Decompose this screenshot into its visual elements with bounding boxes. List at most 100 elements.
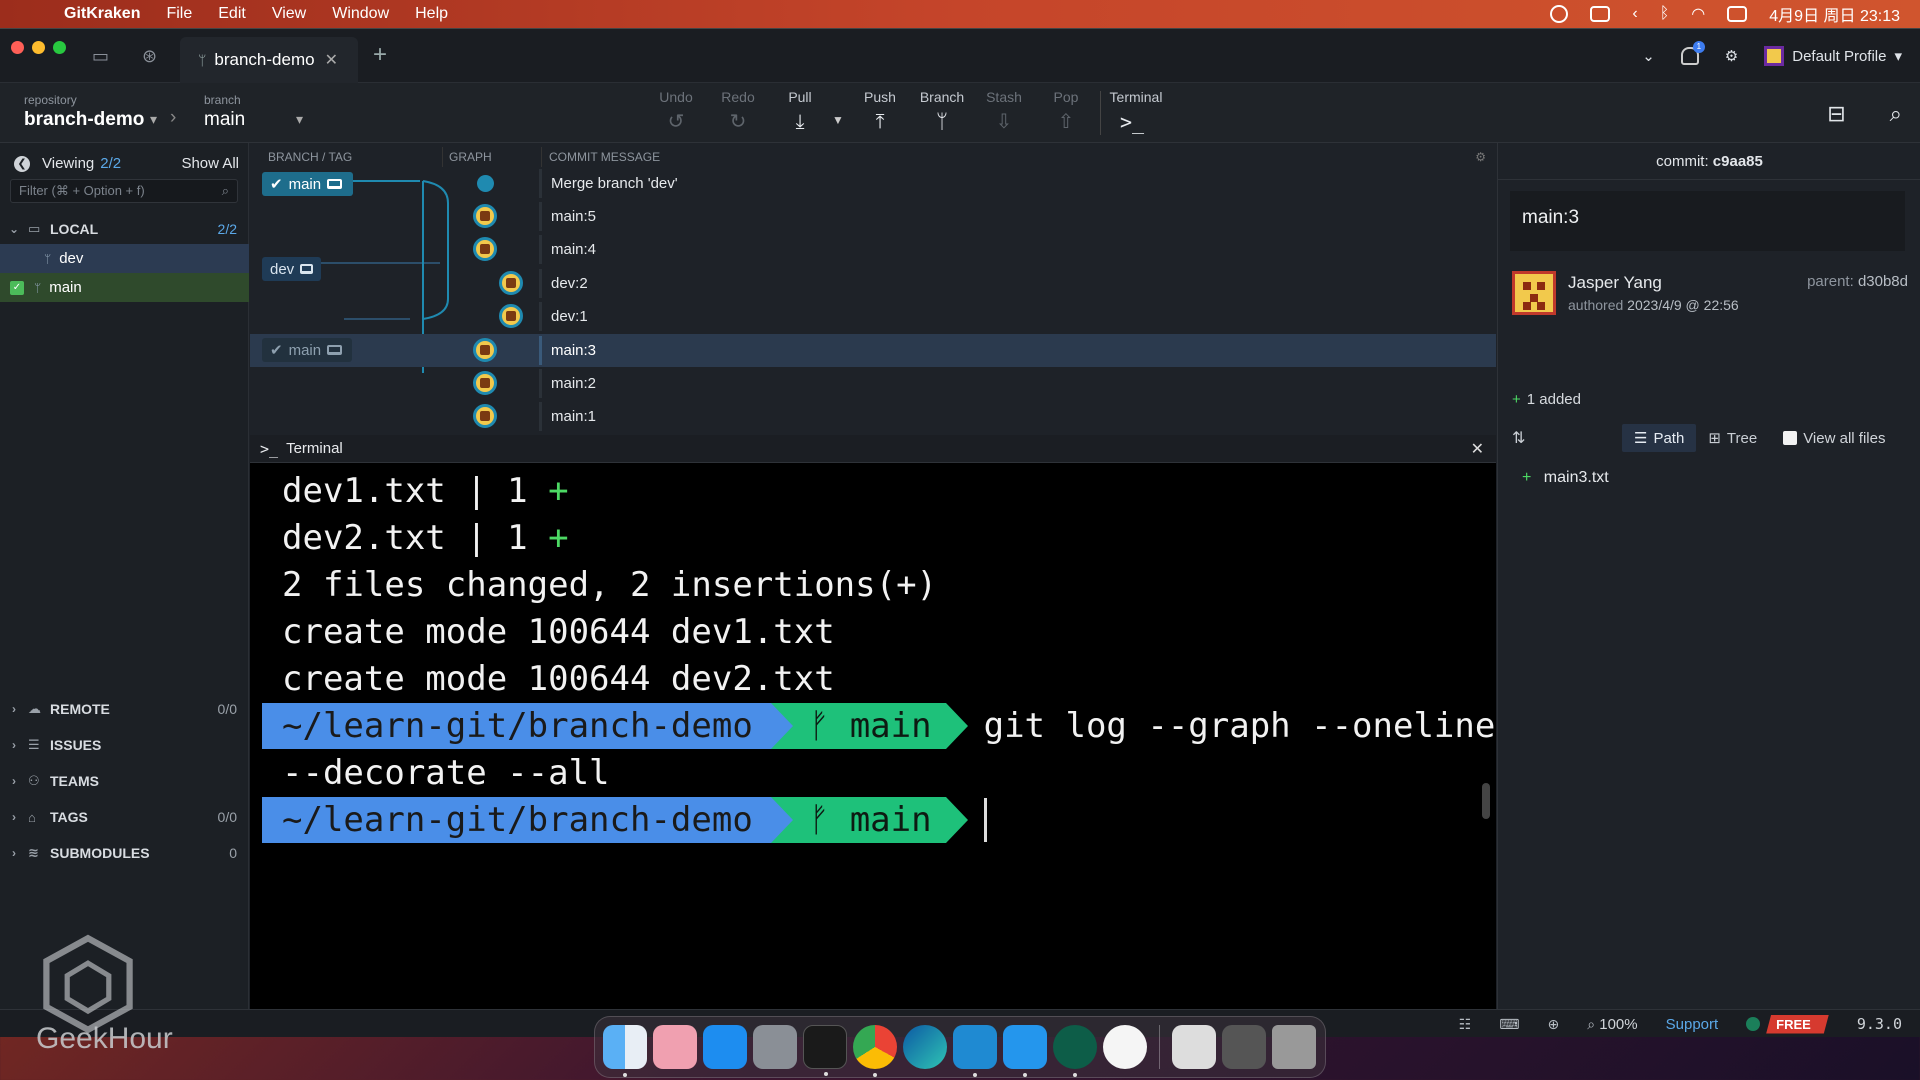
terminal-prompt-active[interactable]: ~/learn-git/branch-demo ᚠ main (262, 797, 987, 843)
terminal-panel[interactable]: >_ Terminal ✕ dev1.txt | 1 + dev2.txt | … (250, 435, 1496, 1009)
menu-view[interactable]: View (272, 5, 306, 23)
downloads-stack-icon[interactable] (1172, 1025, 1216, 1069)
plan-badge[interactable]: FREE (1746, 1014, 1829, 1034)
recent-stack-icon[interactable] (1222, 1025, 1266, 1069)
menu-window[interactable]: Window (332, 5, 389, 23)
chevron-down-icon[interactable]: ⌄ (1642, 47, 1655, 65)
launchpad-icon[interactable] (653, 1025, 697, 1069)
pop-button[interactable]: Pop ⇧ (1036, 89, 1096, 133)
commit-row[interactable]: ✔ main Merge branch 'dev' (250, 167, 1496, 200)
sidebar-branch-dev[interactable]: ᛘ dev (0, 244, 249, 273)
sidebar-section-tags[interactable]: › ⌂ TAGS 0/0 (0, 802, 249, 832)
terminal-output[interactable]: dev1.txt | 1 + dev2.txt | 1 + 2 files ch… (250, 463, 1496, 1009)
sidebar-section-teams[interactable]: › ⚇ TEAMS (0, 766, 249, 796)
notifications-bell-icon[interactable]: 1 (1680, 41, 1705, 65)
branch-label-main-previous[interactable]: ✔ main (262, 338, 352, 362)
zoom-window-button[interactable] (53, 41, 66, 54)
redo-button[interactable]: Redo ↻ (708, 89, 768, 133)
app-circle-icon[interactable] (1103, 1025, 1147, 1069)
commit-row[interactable]: main:1 (250, 400, 1496, 433)
layout-toggle-icon[interactable]: ⊟ (1827, 101, 1845, 127)
path-view-button[interactable]: ☰ Path (1622, 424, 1697, 452)
view-all-files-toggle[interactable]: View all files (1783, 430, 1885, 447)
commit-avatar-node[interactable] (473, 338, 497, 362)
chrome-icon[interactable] (853, 1025, 897, 1077)
chevron-left-icon[interactable]: ‹ (1632, 5, 1637, 23)
merge-node[interactable] (477, 175, 494, 192)
sidebar-section-remote[interactable]: › ☁ REMOTE 0/0 (0, 694, 249, 724)
sidebar-section-local[interactable]: ⌄ ▭ LOCAL 2/2 (0, 214, 249, 244)
commit-avatar-node[interactable] (473, 237, 497, 261)
menu-help[interactable]: Help (415, 5, 448, 23)
app-store-icon[interactable] (703, 1025, 747, 1069)
tree-view-button[interactable]: ⊞ Tree (1696, 424, 1769, 452)
close-terminal-icon[interactable]: ✕ (1471, 439, 1484, 459)
tab-branch-demo[interactable]: ᛘ branch-demo ✕ (180, 37, 358, 83)
edge-icon[interactable] (903, 1025, 947, 1069)
menu-file[interactable]: File (166, 5, 192, 23)
branch-label-dev[interactable]: dev (262, 257, 321, 281)
support-link[interactable]: Support (1666, 1016, 1719, 1033)
search-icon[interactable]: ⌕ (1890, 101, 1902, 127)
branch-caret-icon[interactable]: ▾ (296, 111, 303, 128)
keyboard-icon[interactable]: ⌨ (1499, 1016, 1519, 1033)
profile-selector[interactable]: Default Profile ▾ (1764, 46, 1902, 66)
system-settings-icon[interactable] (753, 1025, 797, 1069)
commit-row[interactable]: main:5 (250, 200, 1496, 233)
back-arrow-icon[interactable]: ❮ (14, 155, 30, 172)
finder-icon[interactable] (603, 1025, 647, 1077)
parent-hash[interactable]: d30b8d (1858, 273, 1908, 290)
folder-icon[interactable]: ▭ (92, 46, 109, 67)
branch-label-main[interactable]: ✔ main (262, 172, 353, 196)
commit-avatar-node[interactable] (473, 404, 497, 428)
checked-checkbox-icon[interactable]: ✓ (10, 280, 24, 295)
show-all-button[interactable]: Show All (181, 155, 239, 172)
new-tab-button[interactable]: + (373, 41, 387, 69)
pull-options-caret-icon[interactable]: ▼ (832, 113, 844, 127)
control-center-icon[interactable] (1727, 6, 1748, 22)
close-window-button[interactable] (11, 41, 24, 54)
terminal-scrollbar[interactable] (1482, 783, 1490, 819)
view-all-files-checkbox[interactable] (1783, 431, 1798, 445)
terminal-button[interactable]: Terminal >_ (1106, 89, 1166, 133)
commit-hash[interactable]: c9aa85 (1713, 153, 1763, 170)
stash-button[interactable]: Stash ⇩ (974, 89, 1034, 133)
screen-record-icon[interactable] (1550, 5, 1569, 23)
commit-row[interactable]: main:2 (250, 367, 1496, 400)
battery-icon[interactable] (1590, 6, 1611, 22)
repository-caret-icon[interactable]: ▾ (150, 111, 157, 128)
filter-input[interactable]: Filter (⌘ + Option + f) ⌕ (10, 179, 238, 203)
settings-gear-icon[interactable]: ⚙ (1725, 47, 1738, 65)
branch-selector[interactable]: main (204, 109, 245, 131)
sort-icon[interactable]: ⇅ (1512, 428, 1622, 448)
wifi-icon[interactable]: ◠ (1691, 4, 1705, 24)
globe-icon[interactable]: ⊕ (1548, 1016, 1560, 1033)
undo-button[interactable]: Undo ↺ (646, 89, 706, 133)
commit-row[interactable]: main:4 (250, 233, 1496, 266)
sidebar-section-submodules[interactable]: › ≋ SUBMODULES 0 (0, 838, 249, 868)
commit-avatar-node[interactable] (473, 204, 497, 228)
repo-graph-icon[interactable]: ⊛ (142, 46, 157, 67)
terminal-app-icon[interactable] (803, 1025, 847, 1076)
docker-icon[interactable] (1003, 1025, 1047, 1077)
close-tab-icon[interactable]: ✕ (325, 50, 338, 70)
minimize-window-button[interactable] (32, 41, 45, 54)
list-view-icon[interactable]: ☷ (1459, 1016, 1472, 1033)
commit-avatar-node[interactable] (499, 304, 523, 328)
bluetooth-icon[interactable]: ᛒ (1660, 5, 1670, 23)
commit-row[interactable]: dev dev:2 (250, 257, 1496, 300)
sidebar-branch-main[interactable]: ✓ ᛘ main (0, 273, 249, 302)
menu-edit[interactable]: Edit (218, 5, 246, 23)
commit-avatar-node[interactable] (499, 271, 523, 295)
commit-row-selected[interactable]: ✔ main main:3 (250, 334, 1496, 367)
commit-row[interactable]: dev:1 (250, 300, 1496, 333)
vscode-icon[interactable] (953, 1025, 997, 1077)
push-button[interactable]: Push ⤒ (850, 89, 910, 133)
commit-message-box[interactable]: main:3 (1510, 191, 1905, 251)
zoom-level[interactable]: ⌕ 100% (1587, 1016, 1637, 1033)
pull-button[interactable]: Pull ⤓ (770, 89, 830, 133)
sidebar-section-issues[interactable]: › ☰ ISSUES (0, 730, 249, 760)
gitkraken-dock-icon[interactable] (1053, 1025, 1097, 1077)
menu-app-name[interactable]: GitKraken (64, 5, 140, 23)
menubar-datetime[interactable]: 4月9日 周日 23:13 (1769, 2, 1900, 26)
